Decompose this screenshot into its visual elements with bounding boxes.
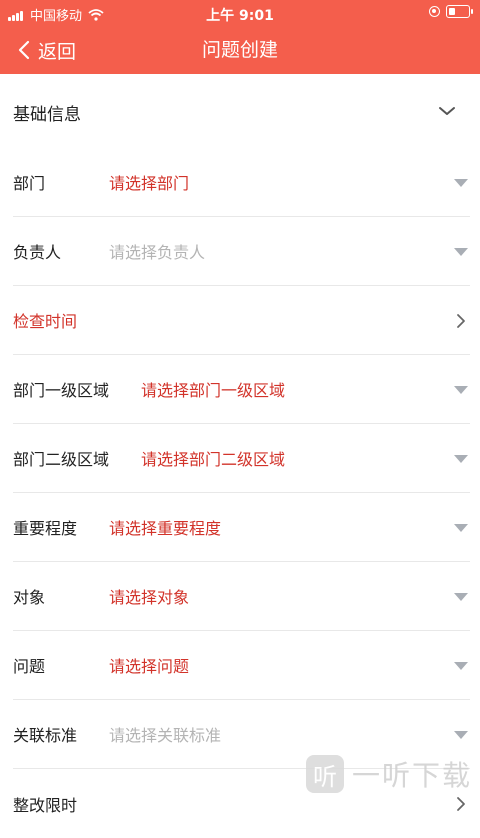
dropdown-arrow-icon[interactable]: [454, 593, 468, 601]
row-value-placeholder[interactable]: 请选择负责人: [109, 217, 205, 285]
orientation-lock-icon: [429, 6, 440, 17]
battery-icon: [446, 5, 473, 18]
row-value-placeholder[interactable]: 请选择部门一级区域: [141, 355, 285, 423]
form-row[interactable]: 对象 请选择对象: [13, 562, 470, 631]
dropdown-arrow-icon[interactable]: [454, 455, 468, 463]
dropdown-arrow-icon[interactable]: [454, 386, 468, 394]
watermark-logo: 听: [305, 755, 344, 793]
row-label: 负责人: [13, 243, 62, 262]
status-right: [429, 5, 473, 18]
dropdown-arrow-icon[interactable]: [454, 248, 468, 256]
row-label: 整改限时: [13, 795, 78, 815]
page-title: 问题创建: [201, 39, 278, 61]
row-value-placeholder[interactable]: 请选择问题: [109, 631, 189, 699]
row-label: 问题: [13, 657, 46, 676]
row-label: 关联标准: [13, 726, 78, 745]
row-value-placeholder[interactable]: 请选择部门二级区域: [141, 424, 285, 492]
nav-bar: 返回 问题创建: [0, 26, 480, 74]
dropdown-arrow-icon[interactable]: [454, 179, 468, 187]
row-label: 部门一级区域: [13, 381, 110, 400]
row-label: 部门二级区域: [13, 450, 110, 469]
chevron-right-icon[interactable]: [456, 796, 466, 812]
chevron-down-icon[interactable]: [438, 106, 456, 116]
row-value-placeholder[interactable]: 请选择部门: [109, 148, 189, 216]
form-row[interactable]: 部门二级区域 请选择部门二级区域: [13, 424, 470, 493]
form-row[interactable]: 负责人 请选择负责人: [13, 217, 470, 286]
section-title: 基础信息: [13, 105, 81, 125]
row-value-placeholder[interactable]: 请选择关联标准: [109, 700, 221, 768]
row-label: 重要程度: [13, 519, 78, 538]
status-bar: 中国移动 上午 9:01: [0, 0, 480, 26]
section-header-basic-info[interactable]: 基础信息: [0, 74, 480, 148]
form-row[interactable]: 重要程度 请选择重要程度: [13, 493, 470, 562]
row-label: 部门: [13, 174, 46, 193]
chevron-right-icon[interactable]: [456, 313, 466, 329]
status-time: 上午 9:01: [206, 8, 274, 24]
watermark-text: 一听下载: [351, 759, 472, 792]
row-label: 对象: [13, 588, 46, 607]
dropdown-arrow-icon[interactable]: [454, 662, 468, 670]
dropdown-arrow-icon[interactable]: [454, 524, 468, 532]
row-value-placeholder[interactable]: 请选择对象: [109, 562, 189, 630]
dropdown-arrow-icon[interactable]: [454, 731, 468, 739]
row-value-placeholder[interactable]: 请选择重要程度: [109, 493, 221, 561]
row-label: 检查时间: [13, 312, 78, 331]
form-row[interactable]: 部门 请选择部门: [13, 148, 470, 217]
watermark: 听 一听下载: [305, 754, 472, 794]
form-rows: 部门 请选择部门 负责人 请选择负责人 检查时间 部门一级区域 请选择部门一级区域 部门二级区…: [0, 148, 480, 838]
form-row[interactable]: 部门一级区域 请选择部门一级区域: [13, 355, 470, 424]
form-row[interactable]: 问题 请选择问题: [13, 631, 470, 700]
form-row[interactable]: 检查时间: [13, 286, 470, 355]
